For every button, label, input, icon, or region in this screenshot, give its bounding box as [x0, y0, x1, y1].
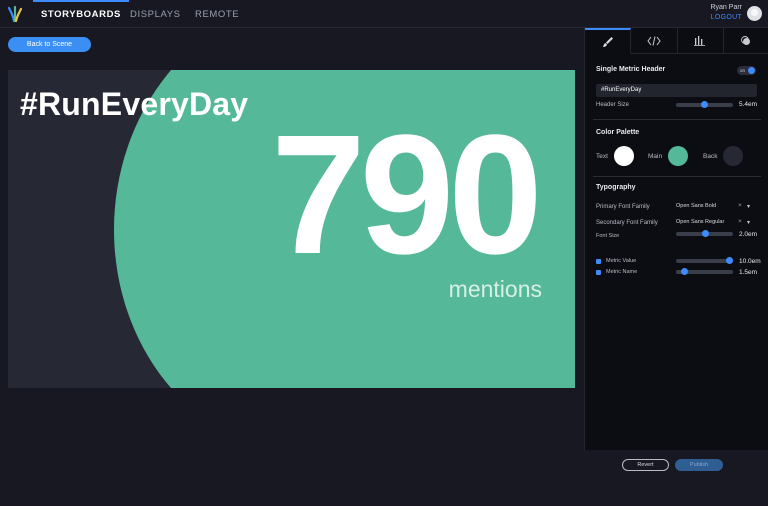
back-color-swatch[interactable] — [723, 146, 743, 166]
tab-style[interactable] — [585, 28, 632, 54]
header-size-value: 5.4em — [739, 101, 758, 108]
typography-title: Typography — [596, 184, 636, 191]
secondary-font-label: Secondary Font Family — [596, 220, 658, 226]
toggle-label: on — [740, 67, 746, 73]
metric-value-checkbox[interactable] — [596, 259, 601, 264]
tab-remote[interactable]: REMOTE — [195, 0, 239, 28]
brush-icon — [602, 36, 613, 47]
preview-metric-name: mentions — [448, 276, 542, 302]
panel-tabs — [585, 28, 768, 54]
user-name: Ryan Parr — [710, 4, 742, 11]
single-metric-header-title: Single Metric Header — [596, 66, 666, 73]
preview-header-text: #RunEveryDay — [20, 86, 249, 122]
divider — [593, 119, 761, 120]
header-toggle[interactable]: on — [737, 66, 756, 75]
metric-name-slider[interactable] — [676, 268, 733, 275]
chevron-down-icon[interactable]: ▾ — [747, 219, 750, 226]
main-color-swatch[interactable] — [668, 146, 688, 166]
tab-displays[interactable]: DISPLAYS — [130, 0, 181, 28]
display-preview: #RunEveryDay 790 mentions — [8, 70, 575, 388]
slider-knob[interactable] — [701, 101, 708, 108]
metric-name-size: 1.5em — [739, 269, 758, 276]
slider-knob[interactable] — [726, 257, 733, 264]
primary-font-label: Primary Font Family — [596, 204, 650, 210]
metric-value-slider[interactable] — [676, 257, 733, 264]
header-size-slider[interactable] — [676, 101, 733, 108]
publish-button[interactable]: Publish — [675, 459, 723, 471]
avatar[interactable] — [747, 6, 762, 21]
metric-name-checkbox[interactable] — [596, 270, 601, 275]
code-icon — [647, 35, 661, 46]
metric-value-label: Metric Value — [606, 258, 637, 264]
settings-panel: Single Metric Header on #RunEveryDay Hea… — [584, 28, 768, 450]
slider-knob[interactable] — [681, 268, 688, 275]
tab-layers[interactable] — [723, 28, 768, 54]
font-size-label: Font Size — [596, 233, 620, 239]
font-size-slider[interactable] — [676, 230, 733, 237]
metric-value-size: 10.0em — [739, 258, 761, 265]
clear-icon[interactable]: × — [738, 218, 742, 225]
preview-metric-value: 790 — [271, 100, 543, 290]
secondary-font-select[interactable]: Open Sans Regular — [676, 219, 724, 225]
chevron-down-icon[interactable]: ▾ — [747, 203, 750, 210]
metric-name-label: Metric Name — [606, 269, 638, 275]
layers-icon — [741, 35, 751, 45]
tab-data[interactable] — [677, 28, 724, 54]
top-nav-bar: STORYBOARDS DISPLAYS REMOTE Ryan Parr LO… — [0, 0, 768, 28]
color-palette-title: Color Palette — [596, 129, 640, 136]
clear-icon[interactable]: × — [738, 202, 742, 209]
primary-font-select[interactable]: Open Sans Bold — [676, 203, 716, 209]
text-color-swatch[interactable] — [614, 146, 634, 166]
slider-knob[interactable] — [702, 230, 709, 237]
header-text-input[interactable]: #RunEveryDay — [596, 84, 757, 97]
revert-button[interactable]: Revert — [622, 459, 669, 471]
divider — [593, 176, 761, 177]
app-logo-icon[interactable] — [6, 5, 24, 23]
toggle-knob — [748, 67, 755, 74]
back-to-scene-button[interactable]: Back to Scene — [8, 37, 91, 52]
swatch-label-text: Text — [596, 153, 608, 160]
tab-code[interactable] — [631, 28, 678, 54]
logout-link[interactable]: LOGOUT — [711, 14, 742, 21]
swatch-label-main: Main — [648, 153, 663, 160]
bar-chart-icon — [694, 36, 706, 46]
tab-storyboards[interactable]: STORYBOARDS — [33, 0, 129, 28]
font-size-value: 2.0em — [739, 231, 758, 238]
swatch-label-back: Back — [703, 153, 718, 160]
header-size-label: Header Size — [596, 102, 630, 108]
